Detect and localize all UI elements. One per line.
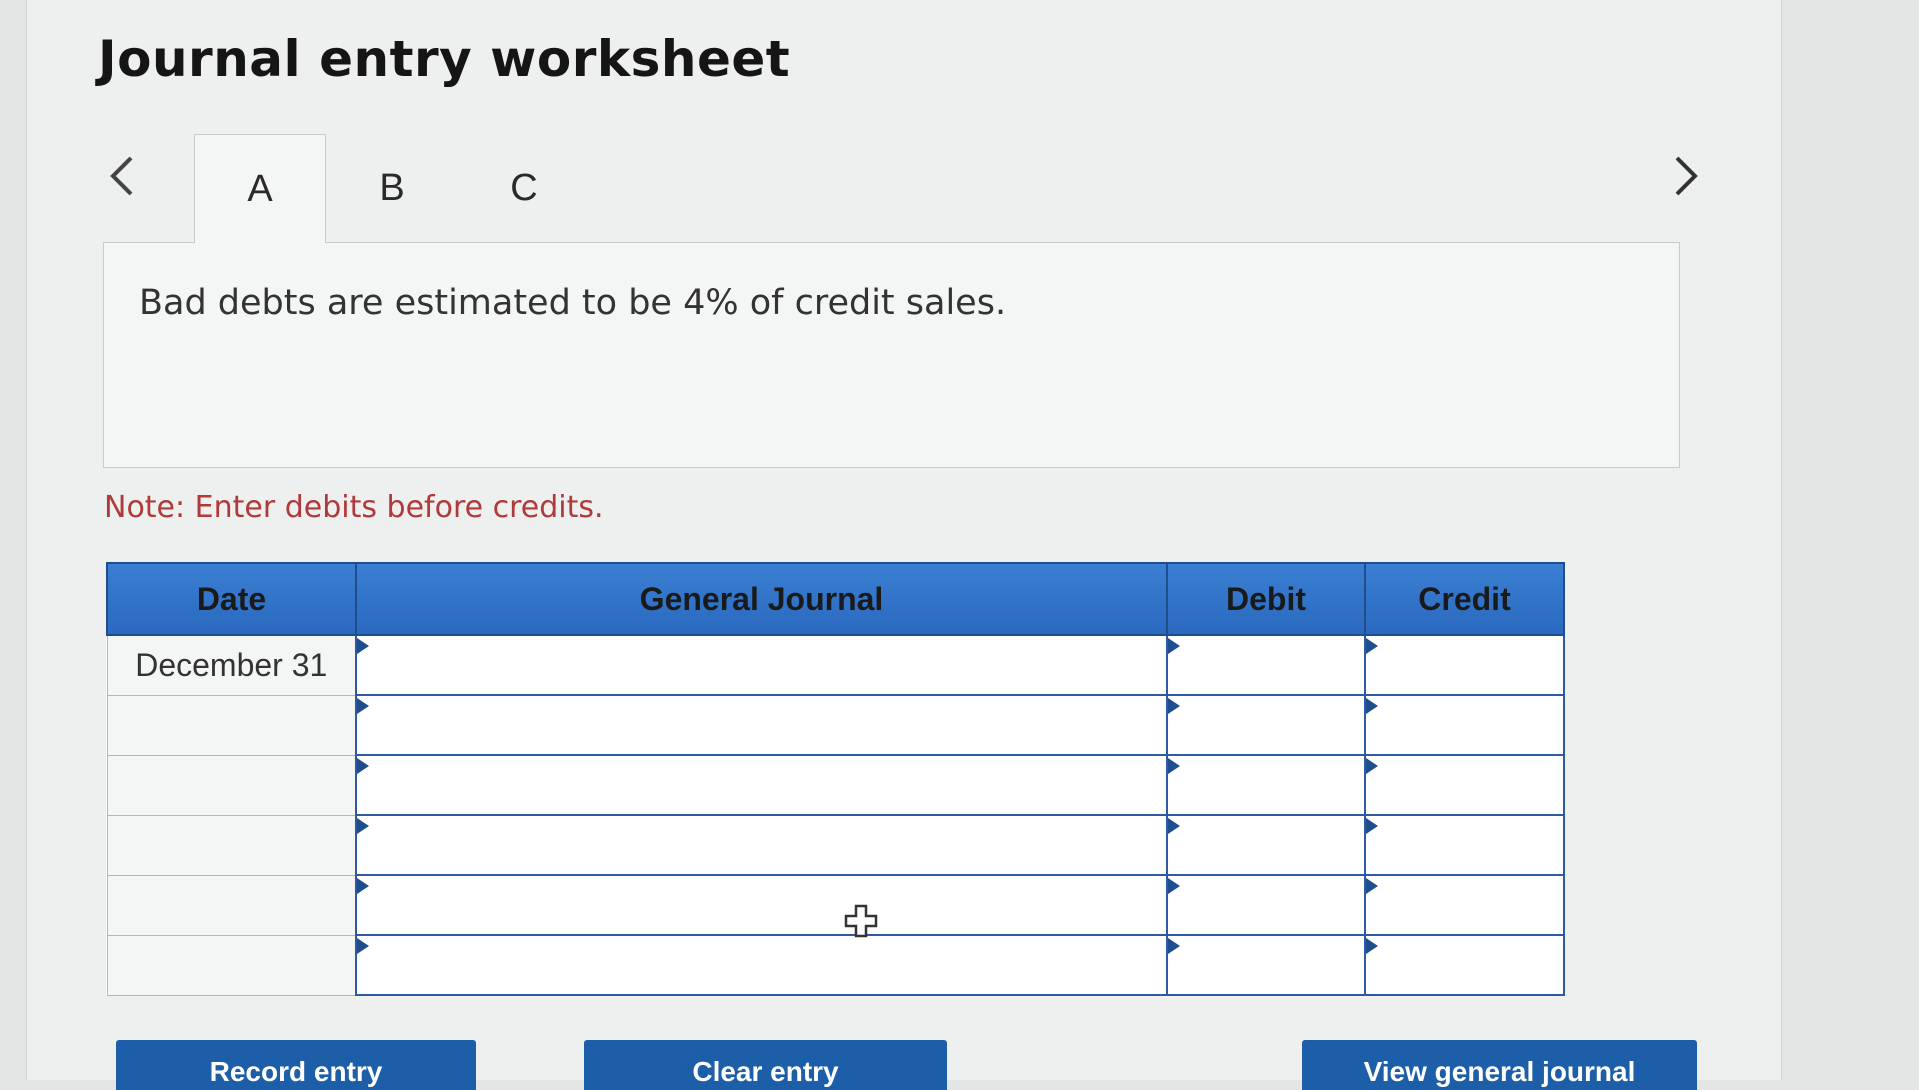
tab-b[interactable]: B [326,134,458,242]
view-general-journal-button[interactable]: View general journal [1302,1040,1697,1090]
journal-table: Date General Journal Debit Credit Decemb… [106,562,1565,996]
table-row [106,754,1565,816]
tab-a[interactable]: A [194,134,326,243]
table-row: December 31 [106,634,1565,696]
credit-input[interactable] [1364,874,1565,936]
debit-input[interactable] [1166,814,1366,876]
debit-input[interactable] [1166,694,1366,756]
debit-input[interactable] [1166,634,1366,696]
credit-input[interactable] [1364,814,1565,876]
date-column-header: Date [106,562,357,636]
credit-input[interactable] [1364,634,1565,696]
chevron-right-icon [1675,156,1698,196]
date-cell [106,814,357,876]
account-input[interactable] [355,934,1168,996]
instruction-note: Note: Enter debits before credits. [104,490,604,525]
transaction-description-box: Bad debts are estimated to be 4% of cred… [103,242,1680,468]
transaction-description: Bad debts are estimated to be 4% of cred… [139,283,1007,323]
tab-c[interactable]: C [458,134,590,242]
credit-input[interactable] [1364,934,1565,996]
table-row [106,694,1565,756]
page-title: Journal entry worksheet [98,30,791,88]
prev-arrow-button[interactable] [102,148,142,204]
date-cell [106,754,357,816]
credit-column-header: Credit [1364,562,1565,636]
account-input[interactable] [355,634,1168,696]
record-entry-button[interactable]: Record entry [116,1040,476,1090]
move-cursor-icon [844,904,878,943]
account-input[interactable] [355,874,1168,936]
table-row [106,874,1565,936]
date-cell: December 31 [106,634,357,696]
clear-entry-button[interactable]: Clear entry [584,1040,947,1090]
general-journal-column-header: General Journal [355,562,1168,636]
account-input[interactable] [355,694,1168,756]
account-input[interactable] [355,814,1168,876]
table-row [106,814,1565,876]
debit-input[interactable] [1166,754,1366,816]
credit-input[interactable] [1364,694,1565,756]
table-row [106,934,1565,996]
date-cell [106,934,357,996]
next-arrow-button[interactable] [1666,148,1706,204]
account-input[interactable] [355,754,1168,816]
tab-bar: A B C [194,134,590,243]
credit-input[interactable] [1364,754,1565,816]
chevron-left-icon [110,156,133,196]
journal-header-row: Date General Journal Debit Credit [106,562,1565,636]
date-cell [106,694,357,756]
date-cell [106,874,357,936]
debit-column-header: Debit [1166,562,1366,636]
debit-input[interactable] [1166,934,1366,996]
debit-input[interactable] [1166,874,1366,936]
